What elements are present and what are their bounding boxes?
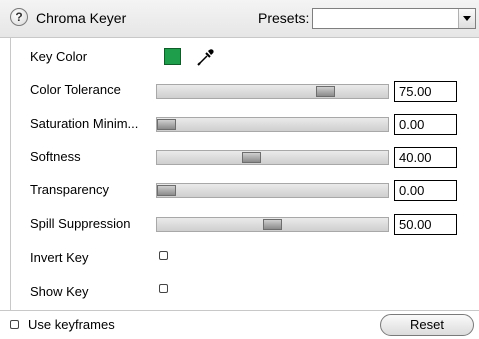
spill-suppression-slider[interactable]	[156, 217, 389, 232]
slider-thumb[interactable]	[157, 119, 176, 130]
use-keyframes-label: Use keyframes	[28, 317, 115, 332]
show-key-label: Show Key	[30, 284, 89, 299]
invert-key-checkbox[interactable]	[159, 251, 168, 260]
key-color-swatch[interactable]	[164, 48, 181, 65]
panel-footer: Use keyframes Reset	[0, 310, 479, 339]
saturation-minimum-slider[interactable]	[156, 117, 389, 132]
help-icon[interactable]: ?	[10, 8, 28, 26]
color-tolerance-value[interactable]: 75.00	[394, 81, 457, 102]
show-key-checkbox[interactable]	[159, 284, 168, 293]
saturation-minimum-value[interactable]: 0.00	[394, 114, 457, 135]
saturation-minimum-label: Saturation Minim...	[30, 116, 139, 131]
transparency-label: Transparency	[30, 182, 109, 197]
color-tolerance-label: Color Tolerance	[30, 82, 121, 97]
eyedropper-icon[interactable]	[195, 47, 215, 67]
slider-thumb[interactable]	[316, 86, 335, 97]
slider-thumb[interactable]	[242, 152, 261, 163]
transparency-value[interactable]: 0.00	[394, 180, 457, 201]
slider-thumb[interactable]	[157, 185, 176, 196]
invert-key-label: Invert Key	[30, 250, 89, 265]
chroma-keyer-panel: ? Chroma Keyer Presets: Key Color Color …	[0, 0, 479, 339]
softness-value[interactable]: 40.00	[394, 147, 457, 168]
chevron-down-icon[interactable]	[458, 9, 475, 28]
slider-thumb[interactable]	[263, 219, 282, 230]
color-tolerance-slider[interactable]	[156, 84, 389, 99]
reset-button[interactable]: Reset	[380, 314, 474, 336]
presets-label: Presets:	[258, 10, 310, 26]
softness-label: Softness	[30, 149, 81, 164]
transparency-slider[interactable]	[156, 183, 389, 198]
panel-title: Chroma Keyer	[36, 10, 127, 26]
spill-suppression-value[interactable]: 50.00	[394, 214, 457, 235]
parameters-area	[10, 38, 479, 310]
softness-slider[interactable]	[156, 150, 389, 165]
key-color-label: Key Color	[30, 49, 88, 64]
spill-suppression-label: Spill Suppression	[30, 216, 131, 231]
use-keyframes-checkbox[interactable]	[10, 320, 19, 329]
panel-header: ? Chroma Keyer Presets:	[0, 0, 479, 38]
presets-dropdown[interactable]	[312, 8, 476, 29]
